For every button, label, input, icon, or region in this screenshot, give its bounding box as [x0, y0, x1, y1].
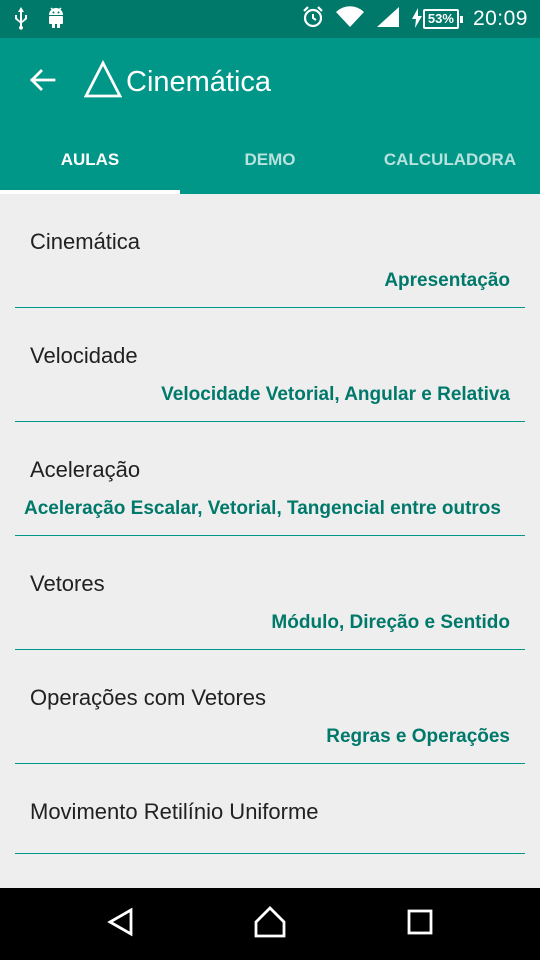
battery-indicator: 53% [411, 7, 463, 31]
usb-icon [14, 6, 28, 35]
lesson-subtitle: Módulo, Direção e Sentido [271, 612, 510, 633]
tab-bar: AULAS DEMO CALCULADORA [0, 138, 540, 194]
lesson-title: Velocidade [30, 343, 138, 368]
back-button[interactable] [22, 62, 62, 102]
lesson-item-mru[interactable]: Movimento Retilínio Uniforme [15, 764, 525, 854]
alarm-icon [301, 5, 325, 34]
lesson-subtitle: Apresentação [384, 270, 510, 291]
app-title: Cinemática [126, 66, 272, 98]
app-root: 53% 20:09 Cinemática AULAS DEMO CALCULAD… [0, 0, 540, 960]
charging-icon [411, 7, 423, 31]
nav-back-button[interactable] [101, 906, 141, 942]
system-nav-bar [0, 888, 540, 960]
android-debug-icon [46, 6, 66, 35]
lesson-list: Cinemática Apresentação Velocidade Veloc… [0, 194, 540, 888]
cell-signal-icon [375, 5, 401, 34]
triangle-icon [83, 59, 123, 100]
battery-percent: 53% [422, 9, 459, 29]
lesson-subtitle: Regras e Operações [326, 726, 510, 747]
tab-calculadora[interactable]: CALCULADORA [360, 138, 540, 194]
tab-demo[interactable]: DEMO [180, 138, 360, 194]
lesson-title: Vetores [30, 571, 105, 596]
arrow-back-icon [28, 66, 56, 99]
lesson-title: Movimento Retilínio Uniforme [30, 799, 319, 824]
lesson-item-cinematica[interactable]: Cinemática Apresentação [15, 194, 525, 308]
lesson-subtitle: Aceleração Escalar, Vetorial, Tangencial… [24, 498, 501, 519]
lesson-title: Aceleração [30, 457, 141, 482]
recents-icon [406, 908, 434, 941]
status-bar: 53% 20:09 [0, 0, 540, 38]
battery-icon [459, 15, 463, 23]
tab-aulas[interactable]: AULAS [0, 138, 180, 194]
lesson-item-operacoes-vetores[interactable]: Operações com Vetores Regras e Operações [15, 650, 525, 764]
wifi-icon [335, 5, 365, 34]
app-bar: Cinemática AULAS DEMO CALCULADORA [0, 38, 540, 194]
lesson-subtitle [15, 825, 525, 853]
lesson-item-aceleracao[interactable]: Aceleração Aceleração Escalar, Vetorial,… [15, 422, 525, 536]
lesson-title: Operações com Vetores [30, 685, 267, 710]
nav-recents-button[interactable] [400, 906, 440, 942]
home-icon [253, 905, 287, 944]
lesson-title: Cinemática [30, 229, 141, 254]
lesson-item-velocidade[interactable]: Velocidade Velocidade Vetorial, Angular … [15, 308, 525, 422]
clock: 20:09 [472, 7, 528, 30]
lesson-subtitle: Velocidade Vetorial, Angular e Relativa [161, 384, 510, 405]
nav-home-button[interactable] [250, 905, 290, 944]
nav-back-icon [106, 907, 136, 942]
lesson-item-vetores[interactable]: Vetores Módulo, Direção e Sentido [15, 536, 525, 650]
